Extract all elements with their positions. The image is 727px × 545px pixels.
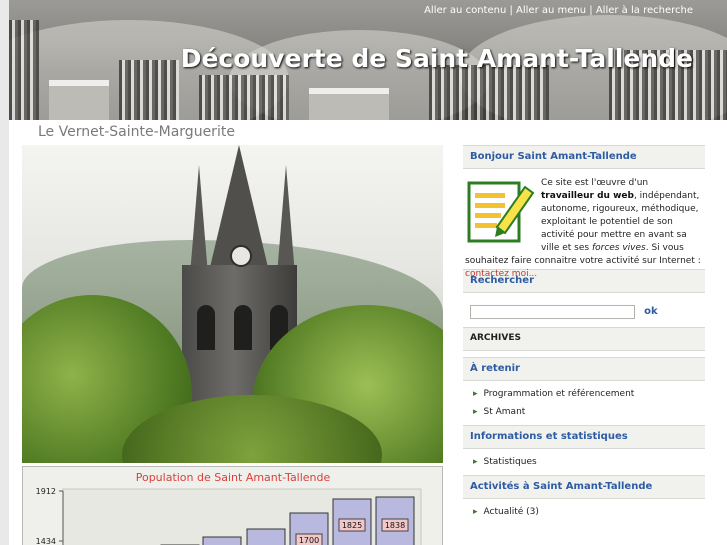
search-input[interactable] — [470, 304, 635, 319]
notepad-pencil-icon — [467, 181, 535, 243]
data-label: 1825 — [342, 521, 362, 530]
list-item[interactable]: Statistiques — [473, 453, 705, 471]
activites-list: Actualité (3) — [463, 499, 705, 525]
clock-icon — [230, 245, 252, 267]
list-item[interactable]: Programmation et référencement — [473, 385, 705, 403]
retenir-title: À retenir — [463, 357, 705, 381]
chart-title: Population de Saint Amant-Tallende — [136, 471, 331, 484]
page: Aller au contenu | Aller au menu | Aller… — [9, 0, 727, 545]
intro-text: Ce site est l'œuvre d'un travailleur du … — [465, 178, 701, 279]
data-label: 1838 — [385, 521, 405, 530]
skip-to-menu-link[interactable]: Aller au menu — [516, 5, 586, 16]
page-subtitle: Le Vernet-Sainte-Marguerite — [38, 124, 235, 140]
chart-bar — [246, 528, 286, 545]
retenir-list: Programmation et référencement St Amant — [463, 381, 705, 425]
skip-links: Aller au contenu | Aller au menu | Aller… — [424, 5, 693, 16]
info-list: Statistiques — [463, 449, 705, 475]
y-tick-label: 1912 — [36, 487, 56, 496]
church-photo — [22, 145, 443, 463]
info-title: Informations et statistiques — [463, 425, 705, 449]
sidebar: Bonjour Saint Amant-Tallende Ce site est… — [463, 145, 705, 525]
skip-to-search-link[interactable]: Aller à la recherche — [596, 5, 693, 16]
y-tick-label: 1434 — [36, 537, 56, 545]
search-ok-button[interactable]: ok — [644, 306, 658, 317]
archives-title[interactable]: ARCHIVES — [463, 327, 705, 351]
site-title[interactable]: Découverte de Saint Amant-Tallende — [181, 44, 693, 73]
list-item[interactable]: Actualité (3) — [473, 503, 705, 521]
data-label: 1700 — [299, 536, 319, 545]
list-item[interactable]: St Amant — [473, 403, 705, 421]
hello-title: Bonjour Saint Amant-Tallende — [463, 145, 705, 169]
activites-title: Activités à Saint Amant-Tallende — [463, 475, 705, 499]
header-banner: Aller au contenu | Aller au menu | Aller… — [9, 0, 727, 120]
population-chart: Population de Saint Amant-Tallende 1912 … — [22, 466, 443, 545]
search-form: ok — [463, 293, 705, 327]
chart-bar — [202, 536, 242, 545]
contact-link[interactable]: contactez moi... — [465, 269, 537, 279]
skip-to-content-link[interactable]: Aller au contenu — [424, 5, 506, 16]
